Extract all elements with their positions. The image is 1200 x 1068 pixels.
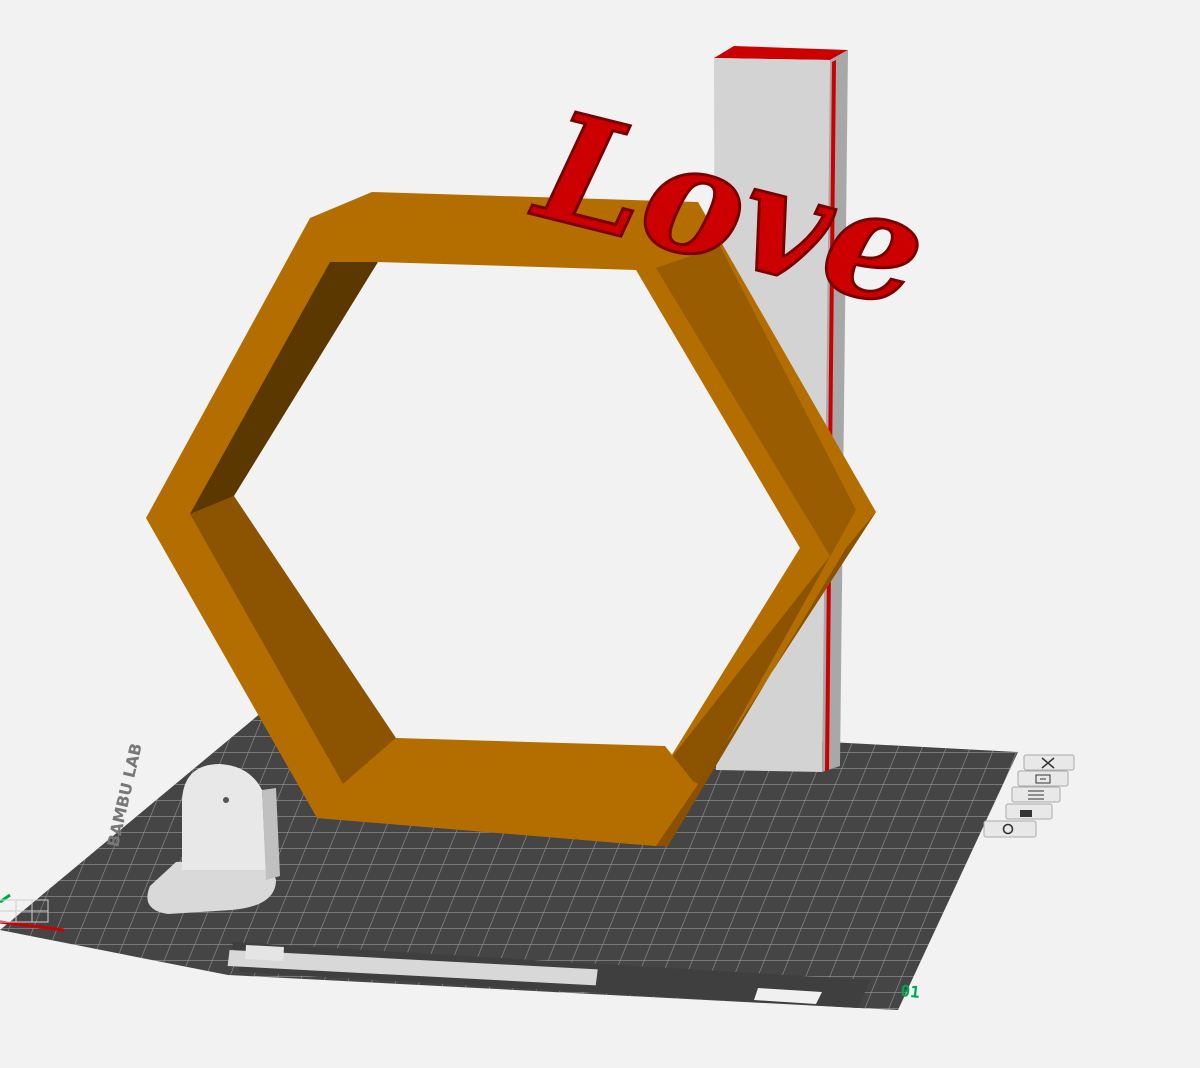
lock-plate-button[interactable] [1005,803,1053,820]
lock-icon [1020,810,1032,817]
plate-number[interactable]: 01 [900,981,921,1002]
pillar-top [714,46,848,60]
plate-small-box [245,945,284,961]
arrange-button[interactable] [1011,786,1061,803]
bracket-hole [223,797,229,803]
3d-viewport[interactable]: BAMBU LAB 01 Love [0,0,1200,1068]
scene-canvas[interactable]: BAMBU LAB 01 Love [0,0,1200,1068]
close-plate-button[interactable] [1023,754,1075,771]
auto-orient-button[interactable] [1017,770,1069,787]
bracket-upright [182,764,266,870]
y-axis-marker [0,893,11,904]
plate-settings-button[interactable] [983,820,1037,838]
